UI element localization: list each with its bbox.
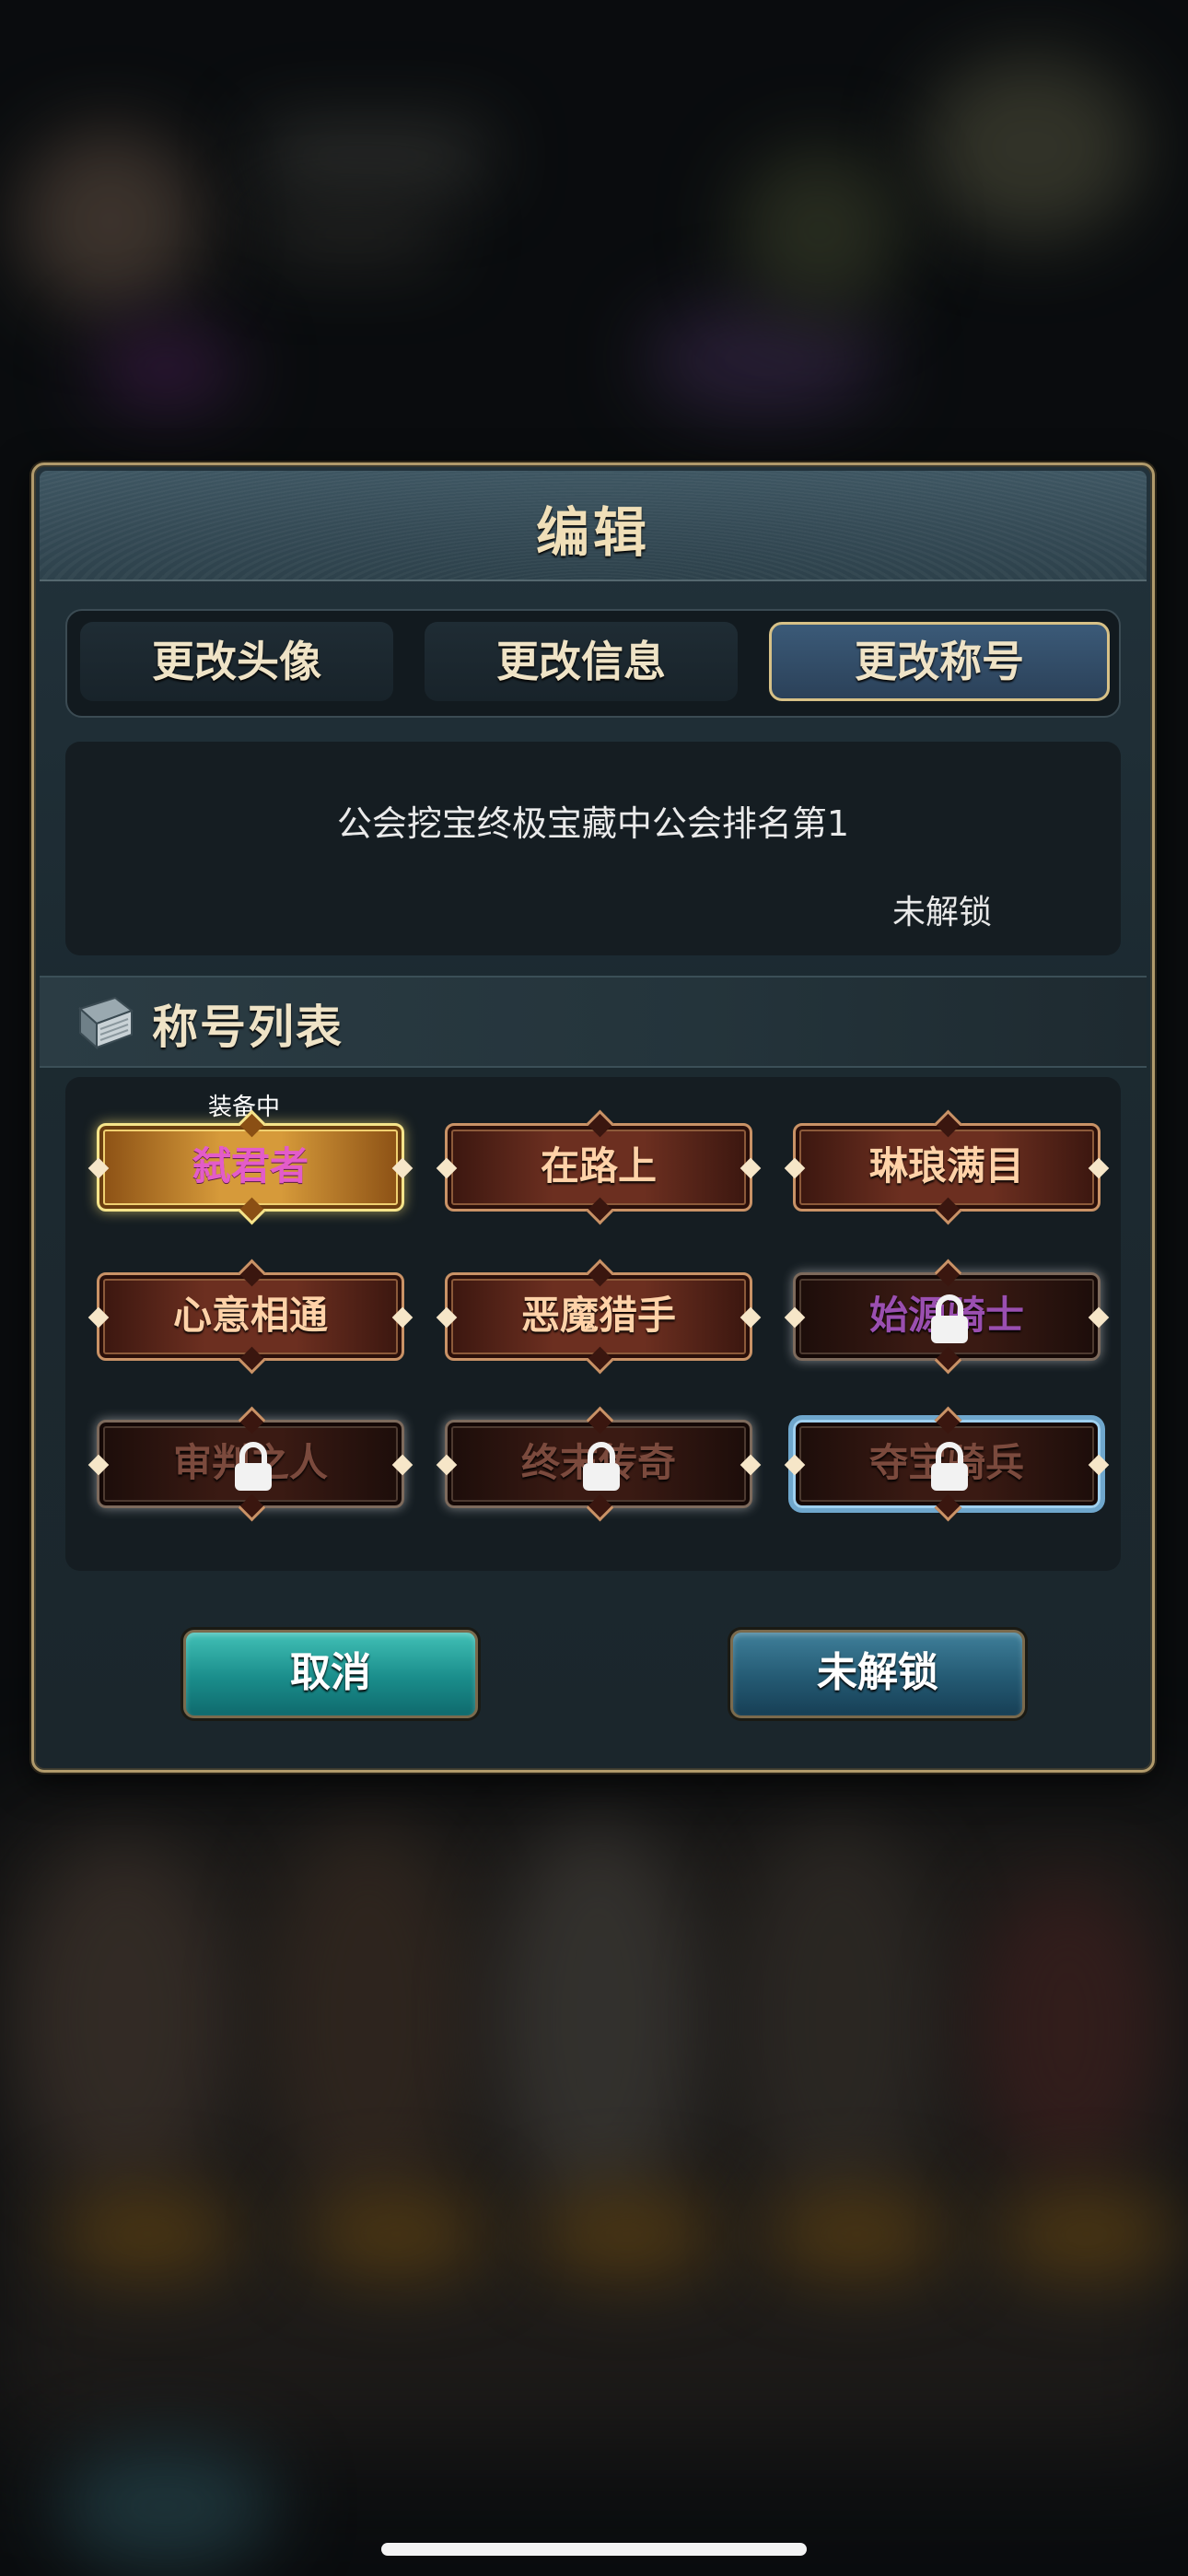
lock-icon [235,1442,272,1491]
title-badge-label: 弑君者 [192,1143,309,1188]
title-list-header: 称号列表 [40,976,1147,1068]
title-badge[interactable]: 恶魔猎手 [445,1259,752,1375]
tab-change-title[interactable]: 更改称号 [769,622,1110,701]
title-badge[interactable]: 在路上 [445,1109,752,1225]
title-badge-label: 心意相通 [172,1293,328,1338]
book-icon [78,996,134,1050]
tab-bar: 更改头像 更改信息 更改称号 [65,609,1121,718]
confirm-button[interactable]: 未解锁 [730,1630,1025,1718]
title-grid: 装备中 弑君者 在路上 琳琅满目 心意相通 恶魔猎手 始源骑士 审判之人 终末传… [65,1077,1121,1571]
title-badge-selected[interactable]: 夺宝骑兵 [793,1406,1101,1522]
title-badge-label: 恶魔猎手 [520,1293,676,1338]
home-indicator[interactable] [381,2543,807,2556]
tab-change-info[interactable]: 更改信息 [425,622,738,701]
tab-change-avatar[interactable]: 更改头像 [80,622,393,701]
title-badge-equipped[interactable]: 弑君者 [97,1109,404,1225]
edit-dialog: 编辑 更改头像 更改信息 更改称号 公会挖宝终极宝藏中公会排名第1 未解锁 称号… [31,463,1155,1773]
dialog-header: 编辑 [40,471,1147,581]
title-badge[interactable]: 琳琅满目 [793,1109,1101,1225]
lock-icon [931,1294,968,1343]
title-unlock-status: 未解锁 [891,894,992,931]
title-badge-locked[interactable]: 审判之人 [97,1406,404,1522]
dialog-title: 编辑 [535,501,650,564]
title-badge[interactable]: 心意相通 [97,1259,404,1375]
title-badge-locked[interactable]: 始源骑士 [793,1259,1101,1375]
title-description: 公会挖宝终极宝藏中公会排名第1 [336,803,850,844]
title-list-heading: 称号列表 [152,1000,344,1054]
lock-icon [931,1442,968,1491]
title-info-panel: 公会挖宝终极宝藏中公会排名第1 未解锁 [65,742,1121,955]
title-badge-label: 在路上 [540,1143,657,1188]
lock-icon [583,1442,620,1491]
title-badge-label: 琳琅满目 [868,1143,1024,1188]
title-badge-locked[interactable]: 终末传奇 [445,1406,752,1522]
cancel-button[interactable]: 取消 [183,1630,478,1718]
